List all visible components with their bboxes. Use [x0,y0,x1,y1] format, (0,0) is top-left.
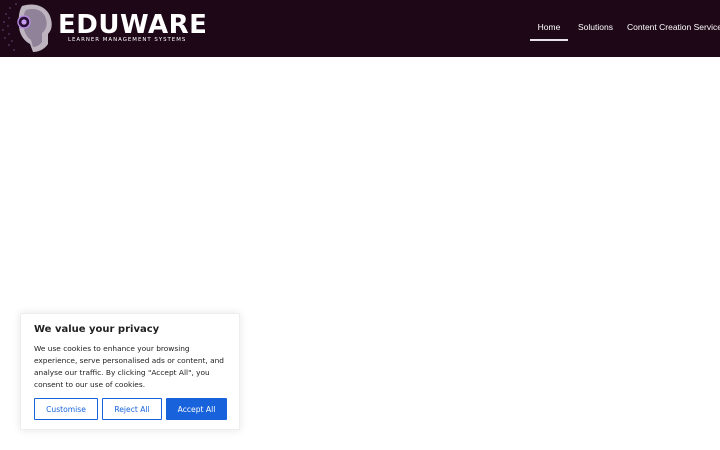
robot-head-logo-icon [2,3,52,53]
nav-content-creation-services[interactable]: Content Creation Services [627,22,720,38]
cookie-description: We use cookies to enhance your browsing … [34,344,225,389]
eduware-logo[interactable]: EDUWARE LEARNER MANAGEMENT SYSTEMS [0,0,207,57]
nav-active-indicator [530,39,568,41]
reject-all-button[interactable]: Reject All [102,398,162,420]
brand-tagline: LEARNER MANAGEMENT SYSTEMS [68,37,187,43]
accept-all-button[interactable]: Accept All [166,398,227,420]
customise-button[interactable]: Customise [34,398,98,420]
nav-solutions[interactable]: Solutions [578,22,613,38]
cookie-title: We value your privacy [34,324,160,335]
cookie-consent-banner: We value your privacy We use cookies to … [20,313,240,430]
nav-home[interactable]: Home [530,22,568,38]
brand-name: EDUWARE [58,10,208,40]
site-header: EDUWARE LEARNER MANAGEMENT SYSTEMS Home … [0,0,720,57]
